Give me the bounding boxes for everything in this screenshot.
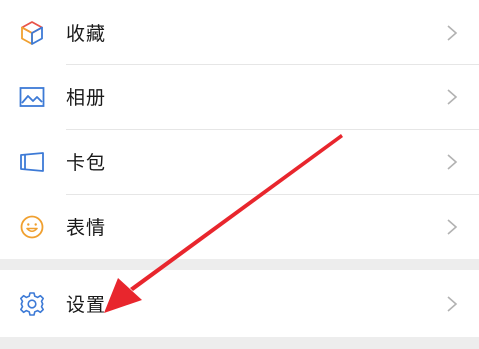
menu-item-stickers[interactable]: 表情: [0, 194, 479, 259]
chevron-right-icon: [447, 295, 458, 312]
me-tab-screen: 收藏 相册 卡包 表情 设置: [0, 0, 479, 349]
gear-icon: [18, 290, 46, 318]
settings-group: 设置: [0, 270, 479, 337]
menu-item-album[interactable]: 相册: [0, 64, 479, 129]
chevron-right-icon: [447, 153, 458, 170]
album-picture-icon: [18, 83, 46, 111]
favorites-cube-icon: [18, 19, 46, 47]
menu-item-label: 收藏: [66, 23, 107, 45]
menu-item-label: 表情: [66, 217, 107, 239]
menu-group: 收藏 相册 卡包 表情: [0, 0, 479, 259]
menu-item-settings[interactable]: 设置: [0, 271, 479, 336]
card-wallet-icon: [18, 148, 46, 176]
sticker-smiley-icon: [18, 213, 46, 241]
menu-item-card-wallet[interactable]: 卡包: [0, 129, 479, 194]
chevron-right-icon: [447, 88, 458, 105]
menu-item-label: 相册: [66, 87, 107, 109]
menu-item-label: 设置: [66, 294, 107, 316]
chevron-right-icon: [447, 218, 458, 235]
menu-item-label: 卡包: [66, 152, 107, 174]
chevron-right-icon: [447, 24, 458, 41]
menu-item-favorites[interactable]: 收藏: [0, 0, 479, 65]
